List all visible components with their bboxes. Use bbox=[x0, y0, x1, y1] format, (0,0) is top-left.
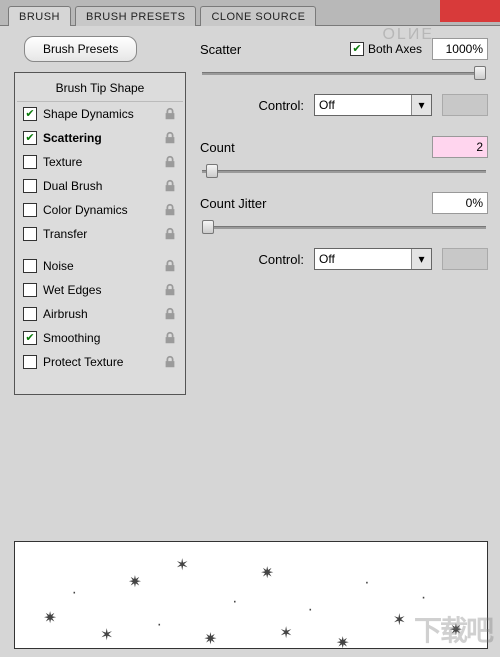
option-label: Transfer bbox=[43, 227, 157, 241]
brush-preview: ✷ · ✶ ✷ · ✶ ✷ · ✷ ✶ · ✷ · ✶ · ✷ bbox=[14, 541, 488, 649]
lock-icon[interactable] bbox=[163, 307, 177, 321]
tab-bar: BRUSH BRUSH PRESETS CLONE SOURCE bbox=[0, 0, 500, 26]
option-protect-texture[interactable]: Protect Texture bbox=[17, 350, 183, 374]
control1-aux-field bbox=[442, 94, 488, 116]
count-jitter-value-field[interactable]: 0% bbox=[432, 192, 488, 214]
scatter-label: Scatter bbox=[200, 42, 241, 57]
checkbox-icon[interactable] bbox=[23, 355, 37, 369]
checkbox-icon[interactable]: ✔ bbox=[23, 331, 37, 345]
check-icon: ✔ bbox=[350, 42, 364, 56]
control2-aux-field bbox=[442, 248, 488, 270]
lock-icon[interactable] bbox=[163, 227, 177, 241]
tab-clone-source[interactable]: CLONE SOURCE bbox=[200, 6, 316, 26]
lock-icon[interactable] bbox=[163, 203, 177, 217]
checkbox-icon[interactable]: ✔ bbox=[23, 107, 37, 121]
brush-tip-shape-header[interactable]: Brush Tip Shape bbox=[17, 75, 183, 102]
checkbox-icon[interactable] bbox=[23, 155, 37, 169]
option-texture[interactable]: Texture bbox=[17, 150, 183, 174]
lock-icon[interactable] bbox=[163, 283, 177, 297]
option-noise[interactable]: Noise bbox=[17, 254, 183, 278]
lock-icon[interactable] bbox=[163, 259, 177, 273]
chevron-down-icon: ▾ bbox=[411, 95, 431, 115]
option-label: Texture bbox=[43, 155, 157, 169]
option-scattering[interactable]: ✔ Scattering bbox=[17, 126, 183, 150]
count-jitter-control-dropdown[interactable]: Off ▾ bbox=[314, 248, 432, 270]
right-column: Scatter ✔ Both Axes 1000% Control: Off ▾… bbox=[200, 36, 488, 395]
lock-icon[interactable] bbox=[163, 107, 177, 121]
option-shape-dynamics[interactable]: ✔ Shape Dynamics bbox=[17, 102, 183, 126]
control-label-1: Control: bbox=[234, 98, 304, 113]
both-axes-label: Both Axes bbox=[368, 42, 422, 56]
option-wet-edges[interactable]: Wet Edges bbox=[17, 278, 183, 302]
count-jitter-slider[interactable] bbox=[202, 220, 486, 236]
control-label-2: Control: bbox=[234, 252, 304, 267]
option-label: Shape Dynamics bbox=[43, 107, 157, 121]
option-smoothing[interactable]: ✔ Smoothing bbox=[17, 326, 183, 350]
count-label: Count bbox=[200, 140, 235, 155]
left-column: Brush Presets Brush Tip Shape ✔ Shape Dyn… bbox=[14, 36, 186, 395]
option-color-dynamics[interactable]: Color Dynamics bbox=[17, 198, 183, 222]
option-label: Scattering bbox=[43, 131, 157, 145]
option-transfer[interactable]: Transfer bbox=[17, 222, 183, 246]
lock-icon[interactable] bbox=[163, 155, 177, 169]
window-accent bbox=[440, 0, 500, 22]
chevron-down-icon: ▾ bbox=[411, 249, 431, 269]
option-label: Protect Texture bbox=[43, 355, 157, 369]
lock-icon[interactable] bbox=[163, 331, 177, 345]
lock-icon[interactable] bbox=[163, 131, 177, 145]
lock-icon[interactable] bbox=[163, 355, 177, 369]
checkbox-icon[interactable] bbox=[23, 179, 37, 193]
option-label: Noise bbox=[43, 259, 157, 273]
option-label: Airbrush bbox=[43, 307, 157, 321]
checkbox-icon[interactable]: ✔ bbox=[23, 131, 37, 145]
count-jitter-label: Count Jitter bbox=[200, 196, 266, 211]
count-slider[interactable] bbox=[202, 164, 486, 180]
option-label: Dual Brush bbox=[43, 179, 157, 193]
scatter-control-dropdown[interactable]: Off ▾ bbox=[314, 94, 432, 116]
scatter-value-field[interactable]: 1000% bbox=[432, 38, 488, 60]
tab-brush-presets[interactable]: BRUSH PRESETS bbox=[75, 6, 196, 26]
brush-presets-button[interactable]: Brush Presets bbox=[24, 36, 137, 62]
option-label: Smoothing bbox=[43, 331, 157, 345]
checkbox-icon[interactable] bbox=[23, 307, 37, 321]
brush-panel: Brush Presets Brush Tip Shape ✔ Shape Dyn… bbox=[0, 26, 500, 403]
count-value-field[interactable]: 2 bbox=[432, 136, 488, 158]
checkbox-icon[interactable] bbox=[23, 283, 37, 297]
checkbox-icon[interactable] bbox=[23, 259, 37, 273]
option-airbrush[interactable]: Airbrush bbox=[17, 302, 183, 326]
checkbox-icon[interactable] bbox=[23, 227, 37, 241]
checkbox-icon[interactable] bbox=[23, 203, 37, 217]
tab-brush[interactable]: BRUSH bbox=[8, 6, 71, 26]
option-dual-brush[interactable]: Dual Brush bbox=[17, 174, 183, 198]
brush-options-box: Brush Tip Shape ✔ Shape Dynamics ✔ Scatteri… bbox=[14, 72, 186, 395]
option-label: Wet Edges bbox=[43, 283, 157, 297]
lock-icon[interactable] bbox=[163, 179, 177, 193]
option-label: Color Dynamics bbox=[43, 203, 157, 217]
both-axes-checkbox[interactable]: ✔ Both Axes bbox=[350, 42, 422, 56]
scatter-slider[interactable] bbox=[202, 66, 486, 82]
